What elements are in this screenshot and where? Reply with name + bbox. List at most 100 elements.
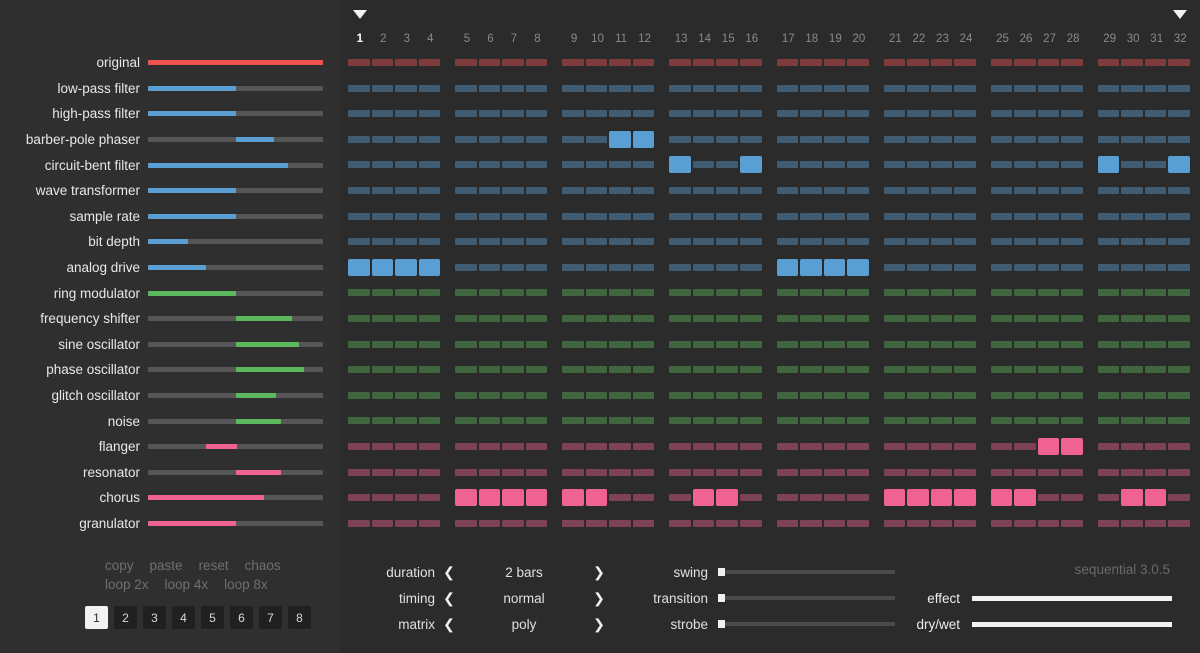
step-cell[interactable]	[1061, 161, 1083, 168]
step-cell[interactable]	[991, 238, 1013, 245]
step-cell[interactable]	[633, 289, 655, 296]
step-number-13[interactable]: 13	[671, 33, 691, 45]
step-cell[interactable]	[633, 520, 655, 527]
step-cell[interactable]	[716, 59, 738, 66]
step-cell[interactable]	[419, 136, 441, 143]
step-cell[interactable]	[847, 238, 869, 245]
step-cell[interactable]	[348, 136, 370, 143]
step-cell[interactable]	[586, 110, 608, 117]
step-cell[interactable]	[991, 136, 1013, 143]
step-cell[interactable]	[372, 469, 394, 476]
step-cell[interactable]	[991, 161, 1013, 168]
step-number-4[interactable]: 4	[420, 33, 440, 45]
step-cell[interactable]	[716, 520, 738, 527]
slider-fill[interactable]	[148, 214, 236, 219]
step-cell[interactable]	[740, 85, 762, 92]
clip-action-chaos[interactable]: chaos	[245, 558, 281, 573]
step-cell[interactable]	[1038, 213, 1060, 220]
step-cell[interactable]	[777, 443, 799, 450]
mod-slider-swing[interactable]	[718, 570, 895, 574]
step-cell[interactable]	[609, 315, 631, 322]
step-cell[interactable]	[633, 238, 655, 245]
track-range-slider[interactable]	[148, 158, 323, 172]
step-cell[interactable]	[991, 187, 1013, 194]
pattern-button-8[interactable]: 8	[288, 606, 311, 629]
step-cell[interactable]	[847, 161, 869, 168]
step-cell[interactable]	[526, 59, 548, 66]
step-cell[interactable]	[372, 392, 394, 399]
step-cell[interactable]	[693, 213, 715, 220]
step-cell[interactable]	[824, 136, 846, 143]
step-cell[interactable]	[1098, 187, 1120, 194]
step-cell[interactable]	[907, 238, 929, 245]
step-cell[interactable]	[931, 59, 953, 66]
step-cell[interactable]	[907, 366, 929, 373]
step-cell-active[interactable]	[1098, 156, 1120, 173]
pattern-button-5[interactable]: 5	[201, 606, 224, 629]
step-cell[interactable]	[633, 469, 655, 476]
step-cell-active[interactable]	[1168, 156, 1190, 173]
step-cell[interactable]	[1014, 366, 1036, 373]
step-cell[interactable]	[777, 238, 799, 245]
track-range-slider[interactable]	[148, 184, 323, 198]
pattern-button-7[interactable]: 7	[259, 606, 282, 629]
step-cell[interactable]	[1145, 469, 1167, 476]
step-cell[interactable]	[991, 417, 1013, 424]
step-cell[interactable]	[455, 264, 477, 271]
track-range-slider[interactable]	[148, 491, 323, 505]
step-number-26[interactable]: 26	[1016, 33, 1036, 45]
step-cell[interactable]	[1168, 59, 1190, 66]
step-cell[interactable]	[1121, 213, 1143, 220]
step-cell-active[interactable]	[693, 489, 715, 506]
track-range-slider[interactable]	[148, 261, 323, 275]
step-cell[interactable]	[633, 392, 655, 399]
step-cell[interactable]	[824, 520, 846, 527]
step-cell[interactable]	[991, 110, 1013, 117]
step-cell[interactable]	[395, 59, 417, 66]
step-cell[interactable]	[847, 443, 869, 450]
step-cell[interactable]	[633, 161, 655, 168]
output-slider-fill[interactable]	[972, 622, 1172, 627]
step-number-5[interactable]: 5	[457, 33, 477, 45]
mod-slider-knob[interactable]	[718, 568, 725, 576]
step-cell[interactable]	[931, 469, 953, 476]
step-cell[interactable]	[502, 85, 524, 92]
step-cell[interactable]	[669, 289, 691, 296]
step-cell[interactable]	[847, 315, 869, 322]
slider-fill[interactable]	[236, 367, 304, 372]
step-cell[interactable]	[824, 238, 846, 245]
step-cell[interactable]	[740, 520, 762, 527]
step-cell[interactable]	[562, 59, 584, 66]
step-cell[interactable]	[1098, 341, 1120, 348]
step-cell[interactable]	[931, 366, 953, 373]
step-cell[interactable]	[562, 136, 584, 143]
step-cell[interactable]	[931, 136, 953, 143]
step-cell[interactable]	[348, 161, 370, 168]
step-cell[interactable]	[1098, 417, 1120, 424]
step-cell[interactable]	[669, 366, 691, 373]
step-cell[interactable]	[1145, 59, 1167, 66]
step-cell[interactable]	[716, 469, 738, 476]
step-cell[interactable]	[479, 366, 501, 373]
step-cell[interactable]	[716, 443, 738, 450]
step-cell[interactable]	[693, 161, 715, 168]
slider-fill[interactable]	[148, 291, 236, 296]
step-cell[interactable]	[479, 238, 501, 245]
step-cell[interactable]	[1061, 187, 1083, 194]
step-cell[interactable]	[1121, 264, 1143, 271]
clip-action-copy[interactable]: copy	[105, 558, 134, 573]
step-cell[interactable]	[1098, 110, 1120, 117]
step-cell[interactable]	[502, 238, 524, 245]
step-cell[interactable]	[800, 59, 822, 66]
step-cell[interactable]	[884, 315, 906, 322]
step-cell[interactable]	[479, 187, 501, 194]
step-cell[interactable]	[1038, 494, 1060, 501]
step-cell-active[interactable]	[502, 489, 524, 506]
output-slider-fill[interactable]	[972, 596, 1172, 601]
chevron-right-icon[interactable]: ❯	[585, 616, 613, 633]
slider-fill[interactable]	[148, 86, 236, 91]
step-cell[interactable]	[502, 264, 524, 271]
step-cell[interactable]	[991, 341, 1013, 348]
step-cell-active[interactable]	[609, 131, 631, 148]
step-cell[interactable]	[1038, 85, 1060, 92]
